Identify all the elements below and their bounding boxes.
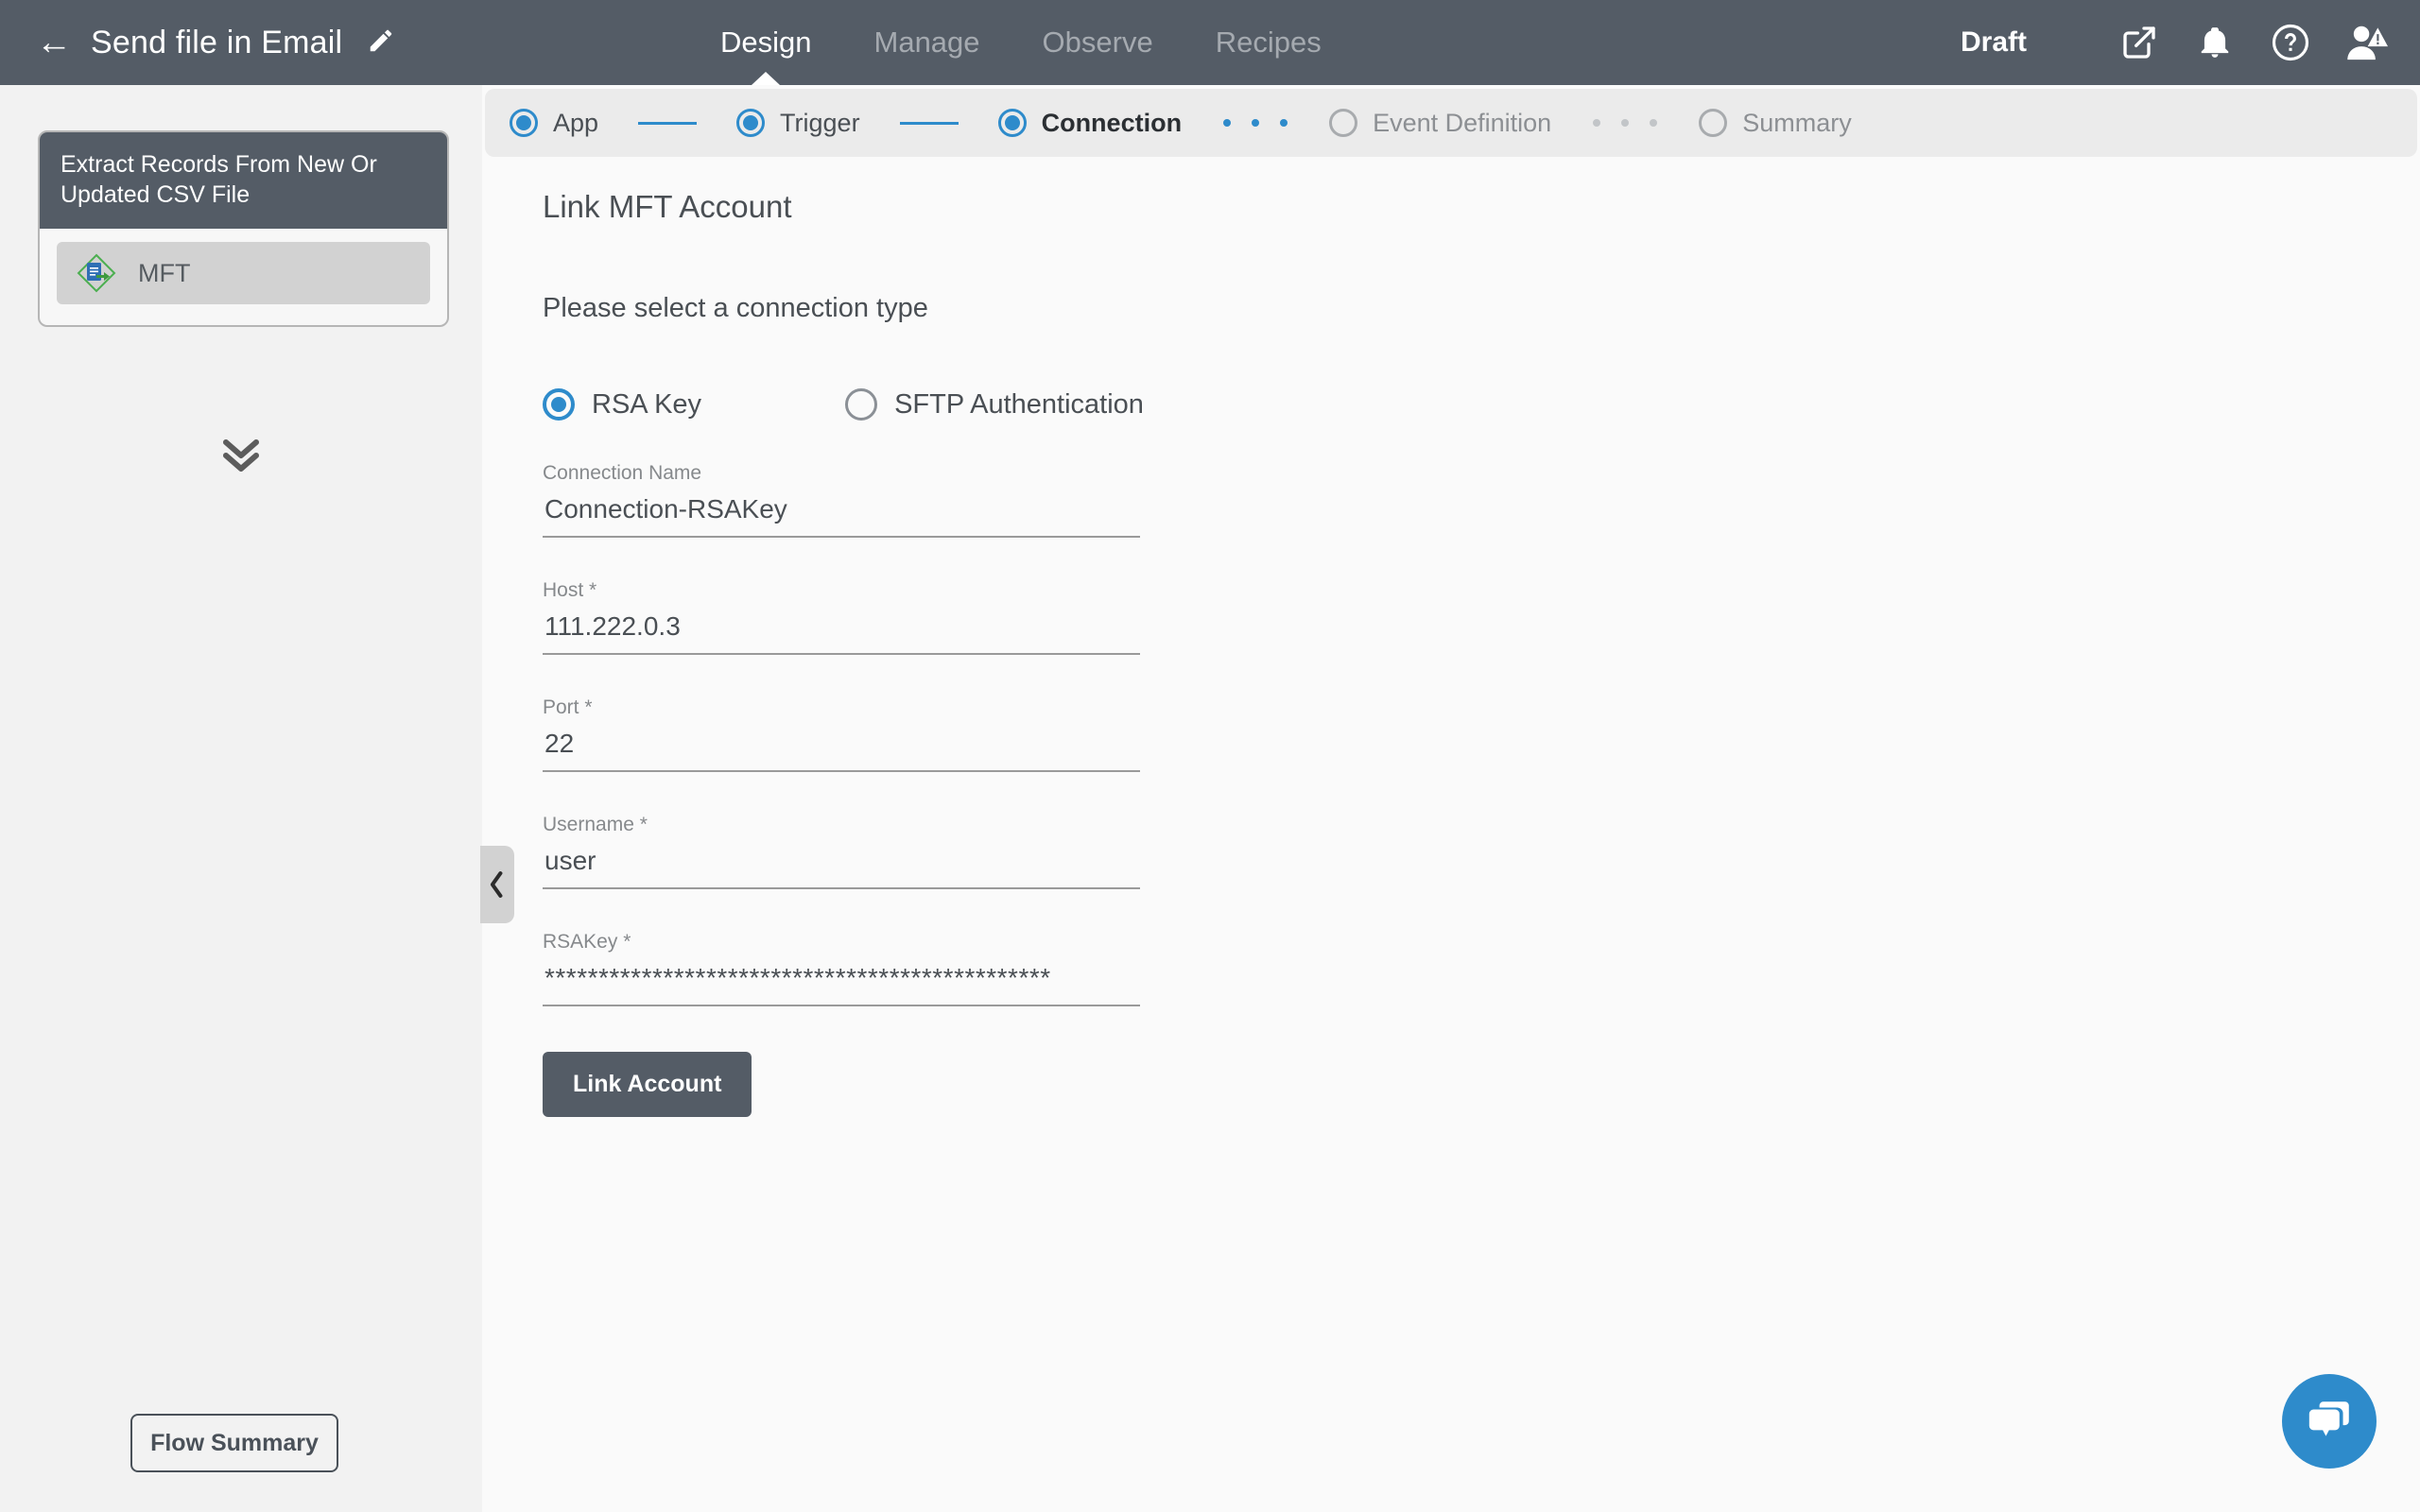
step-connector-3 [1223,119,1288,127]
field-host: Host * [543,579,1140,655]
step-connector-2 [899,121,959,125]
radio-rsa-key[interactable]: RSA Key [543,388,701,421]
tab-observe[interactable]: Observe [1041,0,1155,85]
link-account-form: Link MFT Account Please select a connect… [543,189,1204,1117]
external-link-icon[interactable] [2118,21,2161,64]
flow-node-title: Extract Records From New Or Updated CSV … [40,132,447,229]
chevron-double-down-icon[interactable] [0,435,482,481]
form-subtitle: Please select a connection type [543,293,928,323]
top-bar-left: ← Send file in Email [0,25,395,61]
host-input[interactable] [543,602,1140,655]
flow-title: Send file in Email [91,24,343,60]
tab-manage[interactable]: Manage [873,0,982,85]
chat-bubbles-icon [2308,1401,2349,1436]
top-bar-right: Draft [1961,0,2388,85]
step-connection-radio-icon [997,109,1027,137]
port-input[interactable] [543,719,1140,772]
link-account-button[interactable]: Link Account [543,1052,752,1117]
step-connector-4 [1593,119,1658,127]
username-input[interactable] [543,836,1140,889]
step-summary-label: Summary [1742,108,1852,137]
flow-node-card[interactable]: Extract Records From New Or Updated CSV … [38,130,449,327]
connection-type-group: RSA Key SFTP Authentication [543,388,1204,421]
step-app[interactable]: App [510,109,598,138]
status-badge: Draft [1960,26,2027,58]
field-port: Port * [543,696,1140,772]
flow-summary-button[interactable]: Flow Summary [130,1414,338,1472]
flow-node-body: MFT [40,229,447,325]
bell-icon[interactable] [2193,21,2237,64]
step-event-definition-radio-icon [1329,109,1358,137]
back-arrow-icon[interactable]: ← [36,25,72,60]
rsakey-input[interactable] [543,954,1140,1006]
help-circle-icon[interactable] [2269,21,2312,64]
radio-sftp-authentication-label: SFTP Authentication [894,388,1144,420]
step-trigger[interactable]: Trigger [736,109,860,138]
step-summary[interactable]: Summary [1699,109,1852,138]
radio-sftp-authentication[interactable]: SFTP Authentication [845,388,1144,421]
step-summary-radio-icon [1699,109,1728,137]
field-username-label: Username * [543,814,648,835]
flow-node-app-chip[interactable]: MFT [57,242,430,304]
tab-recipes[interactable]: Recipes [1214,0,1323,85]
field-connection-name: Connection Name [543,462,1140,538]
chat-support-button[interactable] [2282,1374,2377,1469]
field-rsakey-label: RSAKey * [543,931,631,953]
user-avatar-warning-icon[interactable] [2344,21,2388,64]
step-app-radio-icon [510,109,538,137]
radio-rsa-key-icon [543,388,575,421]
field-host-label: Host * [543,579,597,601]
field-username: Username * [543,814,1140,889]
flow-sidebar: Extract Records From New Or Updated CSV … [0,85,482,1512]
step-trigger-label: Trigger [780,108,860,137]
step-event-definition-label: Event Definition [1373,108,1552,137]
step-event-definition[interactable]: Event Definition [1329,109,1551,138]
step-app-label: App [553,108,599,137]
step-connection-label: Connection [1041,108,1183,137]
radio-rsa-key-label: RSA Key [592,388,702,420]
mft-app-icon [76,252,117,294]
radio-sftp-authentication-icon [845,388,878,421]
pencil-icon[interactable] [367,26,395,60]
sidebar-collapse-handle[interactable] [480,846,514,923]
main-nav: Design Manage Observe Recipes [718,0,1323,85]
top-bar: ← Send file in Email Design Manage Obser… [0,0,2420,85]
page-title: Link MFT Account [543,189,792,224]
chevron-left-icon [490,871,503,898]
step-trigger-radio-icon [736,109,766,137]
step-connection[interactable]: Connection [997,108,1183,138]
step-connector-1 [638,121,698,125]
tab-design[interactable]: Design [718,0,814,85]
connection-name-input[interactable] [543,485,1140,538]
field-rsakey: RSAKey * [543,931,1140,1006]
field-port-label: Port * [543,696,593,718]
wizard-stepper: App Trigger Connection Event Definition … [485,89,2417,157]
field-connection-name-label: Connection Name [543,462,702,484]
main-panel: App Trigger Connection Event Definition … [480,85,2420,1512]
flow-node-app-label: MFT [138,258,191,287]
